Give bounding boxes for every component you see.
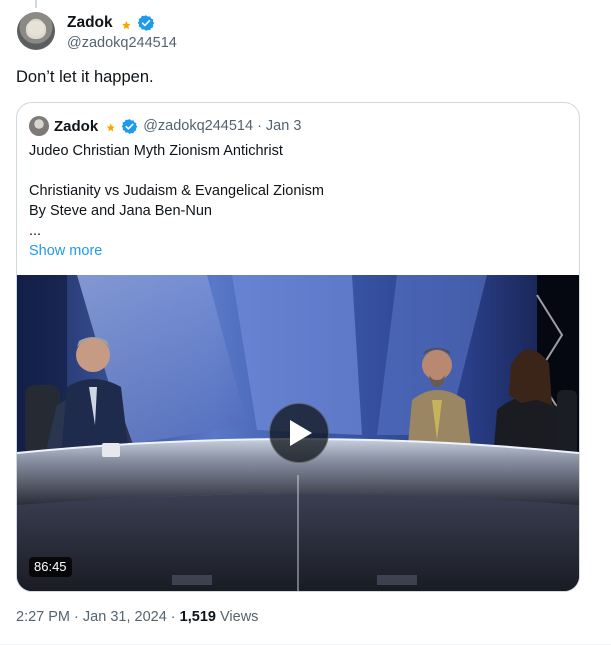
views-label: Views: [220, 609, 259, 625]
avatar[interactable]: [17, 12, 55, 50]
tweet-time[interactable]: 2:27 PM: [16, 609, 70, 625]
video-player[interactable]: 86:45: [17, 275, 579, 591]
quoted-tweet-text: Judeo Christian Myth Zionism Antichrist …: [29, 141, 559, 261]
quoted-text-line: ...: [29, 223, 42, 239]
dizzy-star-icon: [104, 123, 117, 132]
quoted-handle[interactable]: @zadokq244514: [143, 118, 253, 134]
show-more-link[interactable]: Show more: [29, 241, 559, 261]
play-icon: [290, 420, 312, 446]
quoted-text-line: Christianity vs Judaism & Evangelical Zi…: [29, 183, 324, 199]
quoted-date[interactable]: Jan 3: [266, 118, 301, 134]
quoted-tweet-card[interactable]: Zadok @zadokq244514 · Jan 3 Judeo Christ…: [16, 102, 580, 592]
tweet-header: Zadok @zadokq244514: [67, 13, 177, 51]
tweet-date[interactable]: Jan 31, 2024: [83, 609, 167, 625]
separator-dot: ·: [257, 118, 262, 134]
quoted-text-line: By Steve and Jana Ben-Nun: [29, 203, 212, 219]
dizzy-star-icon: [119, 20, 132, 29]
quoted-text-line: Judeo Christian Myth Zionism Antichrist: [29, 143, 283, 159]
video-duration-badge: 86:45: [29, 557, 72, 577]
play-button[interactable]: [269, 403, 329, 463]
tweet-metadata: 2:27 PM · Jan 31, 2024 · 1,519 Views: [16, 609, 258, 625]
separator-dot: ·: [170, 609, 176, 625]
display-name[interactable]: Zadok: [67, 14, 113, 32]
quoted-display-name[interactable]: Zadok: [54, 118, 98, 135]
separator-dot: ·: [74, 609, 79, 625]
views-count: 1,519: [179, 609, 216, 625]
handle[interactable]: @zadokq244514: [67, 35, 177, 51]
verified-badge-icon: [137, 15, 155, 31]
quoted-tweet-header: Zadok @zadokq244514 · Jan 3: [29, 116, 301, 136]
verified-badge-icon: [121, 118, 138, 134]
quoted-avatar[interactable]: [29, 116, 49, 136]
tweet-text: Don’t let it happen.: [16, 68, 154, 86]
quoted-text-line: [29, 161, 559, 181]
thread-connector-line: [35, 0, 37, 8]
